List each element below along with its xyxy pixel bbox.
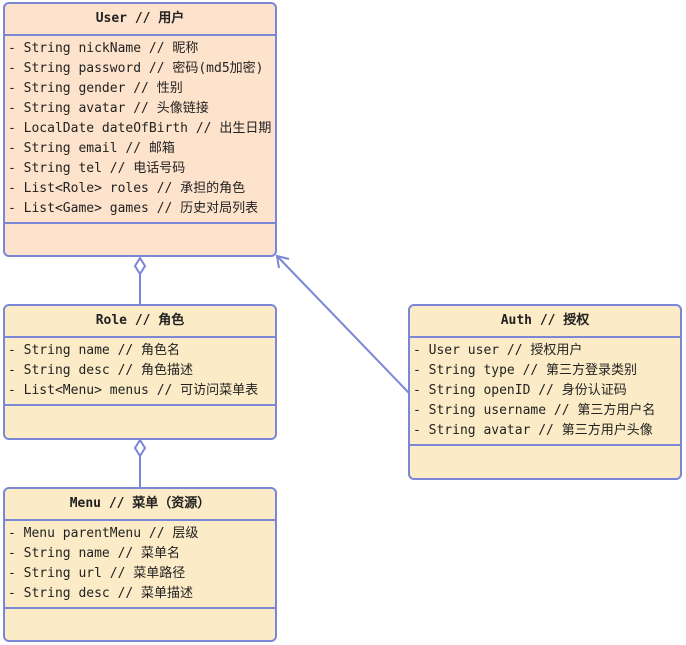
role-class-title: Role // 角色	[5, 306, 275, 338]
user-methods	[5, 224, 275, 252]
user-class-title: User // 用户	[5, 4, 275, 36]
user-attr-games: - List<Game> games // 历史对局列表	[8, 201, 259, 216]
auth-attr-type: - String type // 第三方登录类别	[413, 363, 638, 378]
user-attr-gender: - String gender // 性别	[8, 81, 183, 96]
auth-attr-avatar: - String avatar // 第三方用户头像	[413, 423, 653, 438]
menu-attr-parent-menu: - Menu parentMenu // 层级	[8, 526, 199, 541]
role-attributes: - String name // 角色名 - String desc // 角色…	[5, 338, 275, 406]
user-attr-nickname: - String nickName // 昵称	[8, 41, 199, 56]
auth-methods	[410, 446, 680, 474]
user-attr-email: - String email // 邮箱	[8, 141, 175, 156]
auth-class[interactable]: Auth // 授权 - User user // 授权用户 - String …	[408, 304, 682, 480]
user-attr-date-of-birth: - LocalDate dateOfBirth // 出生日期	[8, 121, 272, 136]
menu-class-title: Menu // 菜单（资源）	[5, 489, 275, 521]
auth-class-title: Auth // 授权	[410, 306, 680, 338]
menu-methods	[5, 609, 275, 637]
user-role-aggregation-diamond	[133, 256, 147, 276]
menu-class[interactable]: Menu // 菜单（资源） - Menu parentMenu // 层级 -…	[3, 487, 277, 642]
user-attr-password: - String password // 密码(md5加密)	[8, 61, 264, 76]
role-menu-aggregation-diamond	[133, 438, 147, 458]
menu-attributes: - Menu parentMenu // 层级 - String name //…	[5, 521, 275, 609]
role-attr-name: - String name // 角色名	[8, 343, 181, 358]
auth-attr-open-id: - String openID // 身份认证码	[413, 383, 627, 398]
menu-attr-url: - String url // 菜单路径	[8, 566, 186, 581]
role-class[interactable]: Role // 角色 - String name // 角色名 - String…	[3, 304, 277, 440]
menu-attr-name: - String name // 菜单名	[8, 546, 181, 561]
user-attr-roles: - List<Role> roles // 承担的角色	[8, 181, 246, 196]
auth-user-association-line	[276, 255, 410, 394]
auth-attr-user: - User user // 授权用户	[413, 343, 583, 358]
user-attr-avatar: - String avatar // 头像链接	[8, 101, 209, 116]
role-attr-menus: - List<Menu> menus // 可访问菜单表	[8, 383, 259, 398]
user-class[interactable]: User // 用户 - String nickName // 昵称 - Str…	[3, 2, 277, 257]
role-methods	[5, 406, 275, 434]
auth-attributes: - User user // 授权用户 - String type // 第三方…	[410, 338, 680, 446]
auth-user-arrowhead	[275, 254, 290, 269]
role-attr-desc: - String desc // 角色描述	[8, 363, 194, 378]
user-attr-tel: - String tel // 电话号码	[8, 161, 186, 176]
auth-attr-username: - String username // 第三方用户名	[413, 403, 656, 418]
user-attributes: - String nickName // 昵称 - String passwor…	[5, 36, 275, 224]
menu-attr-desc: - String desc // 菜单描述	[8, 586, 194, 601]
